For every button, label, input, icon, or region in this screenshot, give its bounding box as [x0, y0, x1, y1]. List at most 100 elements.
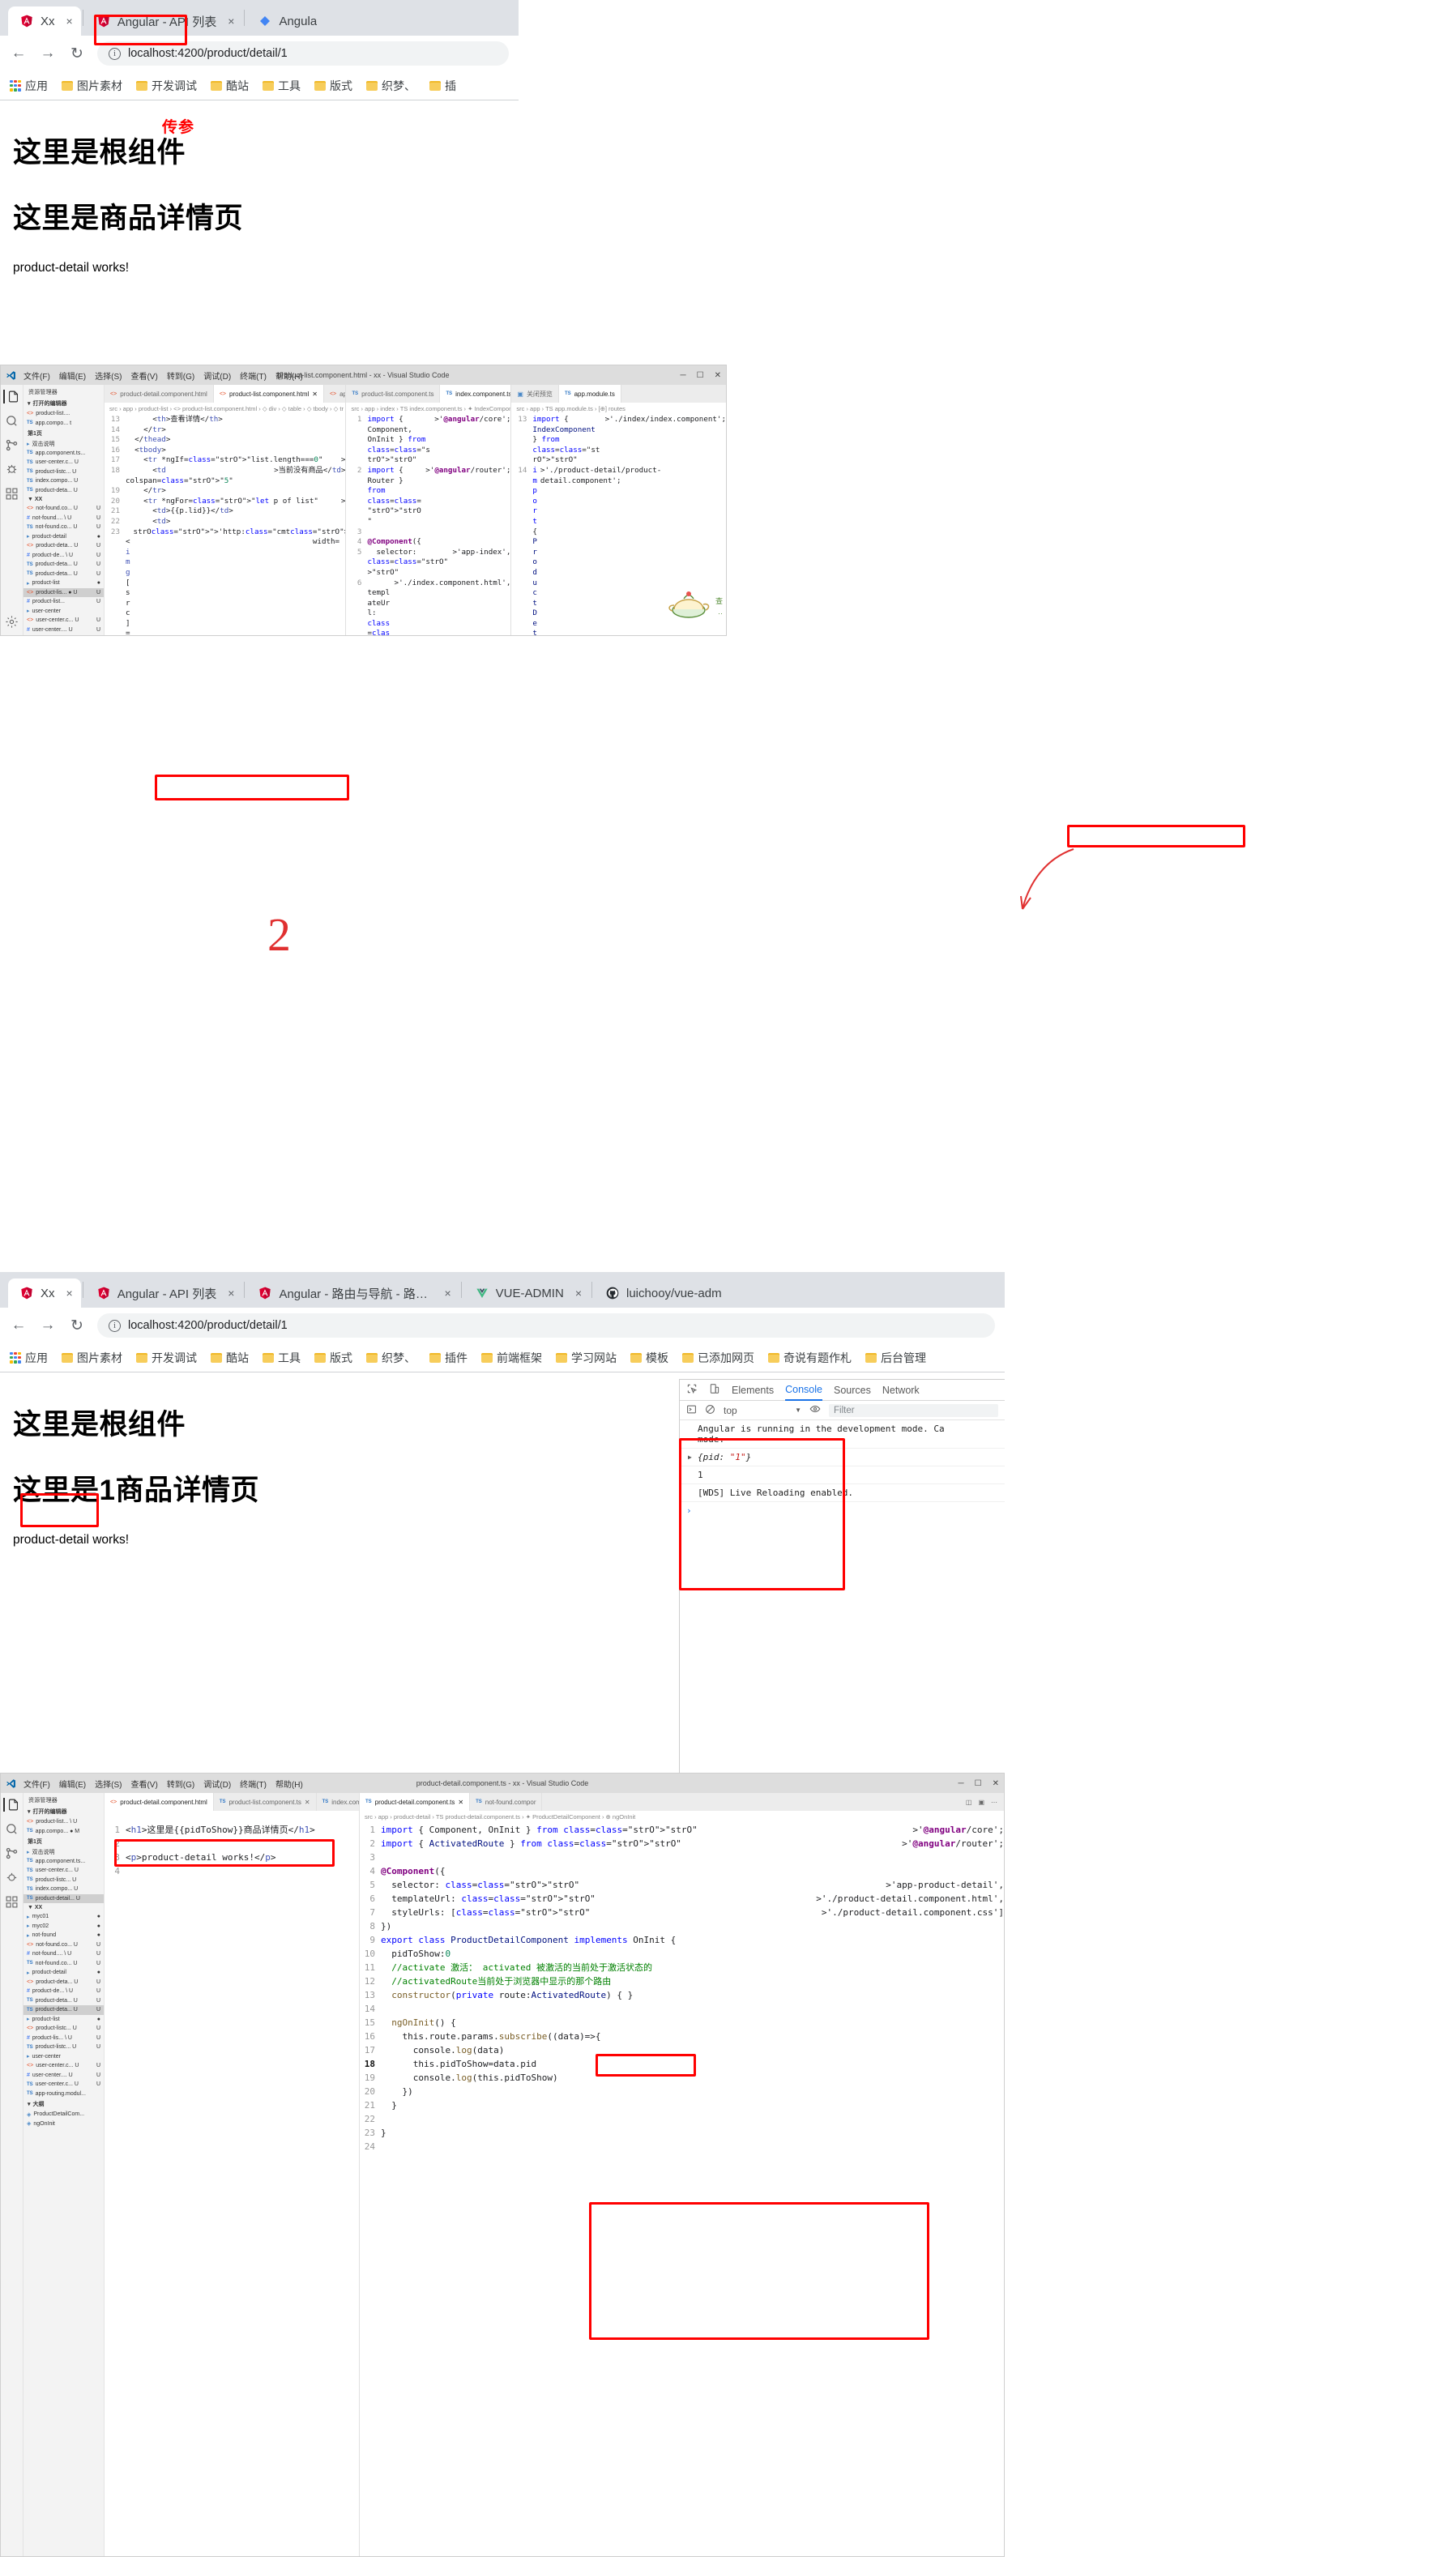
open-editors-section[interactable]: ▾ 打开的编辑器: [23, 1806, 104, 1817]
close-icon[interactable]: ✕: [305, 1799, 310, 1806]
list-item[interactable]: TS app.component.ts...: [23, 1857, 104, 1867]
reload-icon[interactable]: ↻: [68, 1317, 86, 1335]
list-item[interactable]: <> product-lis... ● U U: [23, 587, 104, 597]
bookmark-item[interactable]: 版式: [314, 1350, 352, 1366]
filter-input[interactable]: Filter: [829, 1403, 998, 1417]
open-editors-section[interactable]: ▾ 打开的编辑器: [23, 398, 104, 409]
list-item[interactable]: TS product-deta... U: [23, 486, 104, 496]
list-item[interactable]: TS not-found.co... U U: [23, 523, 104, 532]
list-item[interactable]: TS user-center.c... U: [23, 1866, 104, 1876]
list-item[interactable]: TS app.component.ts...: [23, 449, 104, 459]
close-icon[interactable]: ×: [228, 1287, 234, 1300]
bookmark-item[interactable]: 前端框架: [481, 1350, 542, 1366]
list-item[interactable]: ▸ product-list ●: [23, 578, 104, 588]
editor-tab-product-list-ts[interactable]: TS product-list.component.ts ✕: [214, 1793, 317, 1811]
list-item[interactable]: TS product-listc... U U: [23, 2043, 104, 2052]
list-item[interactable]: <> user-center.c... U U: [23, 2061, 104, 2071]
address-bar[interactable]: i localhost:4200/product/detail/1: [97, 41, 509, 66]
code-editor[interactable]: 1 import { Component, OnInit } from class…: [360, 1823, 1004, 2556]
bookmark-item[interactable]: 奇说有题作札: [768, 1350, 852, 1366]
close-icon[interactable]: ×: [66, 1287, 73, 1300]
outline-item[interactable]: ◈ ngOnInit: [23, 2119, 104, 2129]
maximize-icon[interactable]: ☐: [697, 371, 704, 380]
expand-triangle-icon[interactable]: ▶: [688, 1454, 692, 1461]
devtools-tab-elements[interactable]: Elements: [732, 1385, 774, 1396]
list-item[interactable]: TS app.compo... ● M: [23, 1827, 104, 1837]
list-item[interactable]: TS product-deta... U U: [23, 570, 104, 579]
bookmark-item[interactable]: 学习网站: [556, 1350, 617, 1366]
eye-icon[interactable]: [809, 1403, 821, 1417]
explorer-sidebar-bottom[interactable]: 资源管理器 ▾ 打开的编辑器 <> product-list... \ U TS a…: [23, 1793, 105, 2556]
breadcrumb[interactable]: src › app › product-detail › TS product-…: [360, 1811, 1004, 1823]
editor-tab-not-found-ts[interactable]: TS not-found.compor: [470, 1793, 543, 1811]
info-icon[interactable]: i: [109, 1319, 121, 1332]
bookmark-item[interactable]: 图片素材: [62, 78, 122, 94]
source-control-icon[interactable]: [5, 1846, 19, 1860]
minimize-icon[interactable]: ─: [681, 371, 686, 380]
bookmark-item[interactable]: 开发调试: [136, 78, 197, 94]
console-prompt[interactable]: ›: [680, 1502, 1005, 1519]
editor-tab-app-component[interactable]: <>app.componen: [324, 385, 345, 403]
back-icon[interactable]: ←: [10, 1317, 28, 1334]
list-item[interactable]: # user-center.... U U: [23, 625, 104, 635]
section-header[interactable]: 第1页: [23, 428, 104, 439]
bookmark-item[interactable]: 工具: [263, 78, 301, 94]
reload-icon[interactable]: ↻: [68, 45, 86, 63]
settings-gear-icon[interactable]: [5, 615, 19, 629]
list-item[interactable]: # product-de... \ U U: [23, 1987, 104, 1996]
files-icon[interactable]: [3, 390, 19, 403]
list-item[interactable]: TS not-found.co... U U: [23, 1959, 104, 1969]
list-item[interactable]: TSuser-center.c... UU: [23, 2080, 104, 2090]
list-item[interactable]: ▸ user-center: [23, 2052, 104, 2062]
editor-tab-product-detail-ts[interactable]: TS product-detail.component.ts ✕: [360, 1793, 471, 1811]
list-item[interactable]: TSuser-center.c... UU: [23, 634, 104, 635]
file-tree-top[interactable]: <> not-found.co... U U # not-found.... \ UUT…: [23, 504, 104, 635]
more-icon[interactable]: ⋯: [991, 1799, 997, 1806]
editor-tab-product-list-ts[interactable]: TS product-list.component.ts: [346, 385, 441, 403]
list-item[interactable]: ▸ 双击说明: [23, 1847, 104, 1857]
list-item[interactable]: <> product-deta... U U: [23, 1978, 104, 1987]
browser-tab-0[interactable]: Xx ×: [8, 1278, 81, 1308]
editor-tab-product-list-html[interactable]: <> product-list.component.html ✕: [213, 385, 324, 403]
list-item[interactable]: <> not-found.co... U U: [23, 504, 104, 514]
close-icon[interactable]: ×: [228, 15, 234, 28]
bookmark-item[interactable]: 工具: [263, 1350, 301, 1366]
explorer-sidebar-top[interactable]: 资源管理器 ▾ 打开的编辑器 <> product-list.... TS app.…: [23, 385, 105, 635]
minimize-icon[interactable]: ─: [959, 1779, 964, 1788]
browser-tab-2[interactable]: Angula: [246, 6, 326, 36]
clear-console-icon[interactable]: [705, 1404, 715, 1417]
execute-icon[interactable]: [686, 1404, 697, 1417]
editor-tab-app-module-ts[interactable]: TS app.module.ts: [558, 385, 621, 403]
close-icon[interactable]: ×: [66, 15, 73, 28]
list-item[interactable]: # product-lis... \ U U: [23, 2034, 104, 2043]
list-item[interactable]: <> not-found.co... U U: [23, 1940, 104, 1950]
list-item[interactable]: ▸ product-detail ●: [23, 1968, 104, 1978]
close-icon[interactable]: ✕: [715, 371, 721, 380]
bookmark-item[interactable]: 插件: [429, 1350, 468, 1366]
code-editor[interactable]: 13 <th>查看详情</th> 14 </tr> 15 </thead> 16 <t…: [105, 415, 346, 635]
outline-tree-bottom[interactable]: ◈ ProductDetailCom... ◈ ngOnInit: [23, 2110, 104, 2128]
browser-tab-1[interactable]: Angular - API 列表 ×: [84, 1278, 243, 1308]
list-item[interactable]: <> product-listc... U U: [23, 2024, 104, 2034]
context-selector[interactable]: top ▼: [724, 1405, 801, 1416]
close-icon[interactable]: ×: [575, 1287, 582, 1300]
list-item[interactable]: <> product-deta... U U: [23, 541, 104, 551]
console-message-object[interactable]: ▶ {pid: "1"}: [680, 1449, 1005, 1466]
list-item[interactable]: <> product-list....: [23, 409, 104, 419]
editor-tab-product-detail-html[interactable]: <> product-detail.component.html: [105, 385, 214, 403]
bookmark-item[interactable]: 已添加网页: [682, 1350, 754, 1366]
forward-icon[interactable]: →: [39, 1317, 57, 1334]
outline-section[interactable]: ▾ 大纲: [23, 2098, 104, 2110]
list-item[interactable]: ▸ user-center: [23, 607, 104, 617]
search-icon[interactable]: [5, 1822, 19, 1836]
list-item[interactable]: # not-found.... \ U U: [23, 1949, 104, 1959]
list-item[interactable]: ▸ myc01 ●: [23, 1912, 104, 1922]
address-bar[interactable]: i localhost:4200/product/detail/1: [97, 1313, 995, 1338]
code-editor[interactable]: 1 <h1>这里是{{pidToShow}}商品详情页</h1> 2 3 <p>prod…: [105, 1823, 359, 2556]
back-icon[interactable]: ←: [10, 45, 28, 62]
code-editor[interactable]: 1 import { Component, OnInit } from class…: [346, 415, 511, 635]
browser-tab-4[interactable]: luichooy/vue-adm: [594, 1278, 730, 1308]
split-editor-icon[interactable]: ◫: [966, 1799, 972, 1806]
list-item[interactable]: TS product-listc... U: [23, 1876, 104, 1885]
browser-tab-2[interactable]: Angular - 路由与导航 - 路由与 ×: [246, 1278, 459, 1308]
